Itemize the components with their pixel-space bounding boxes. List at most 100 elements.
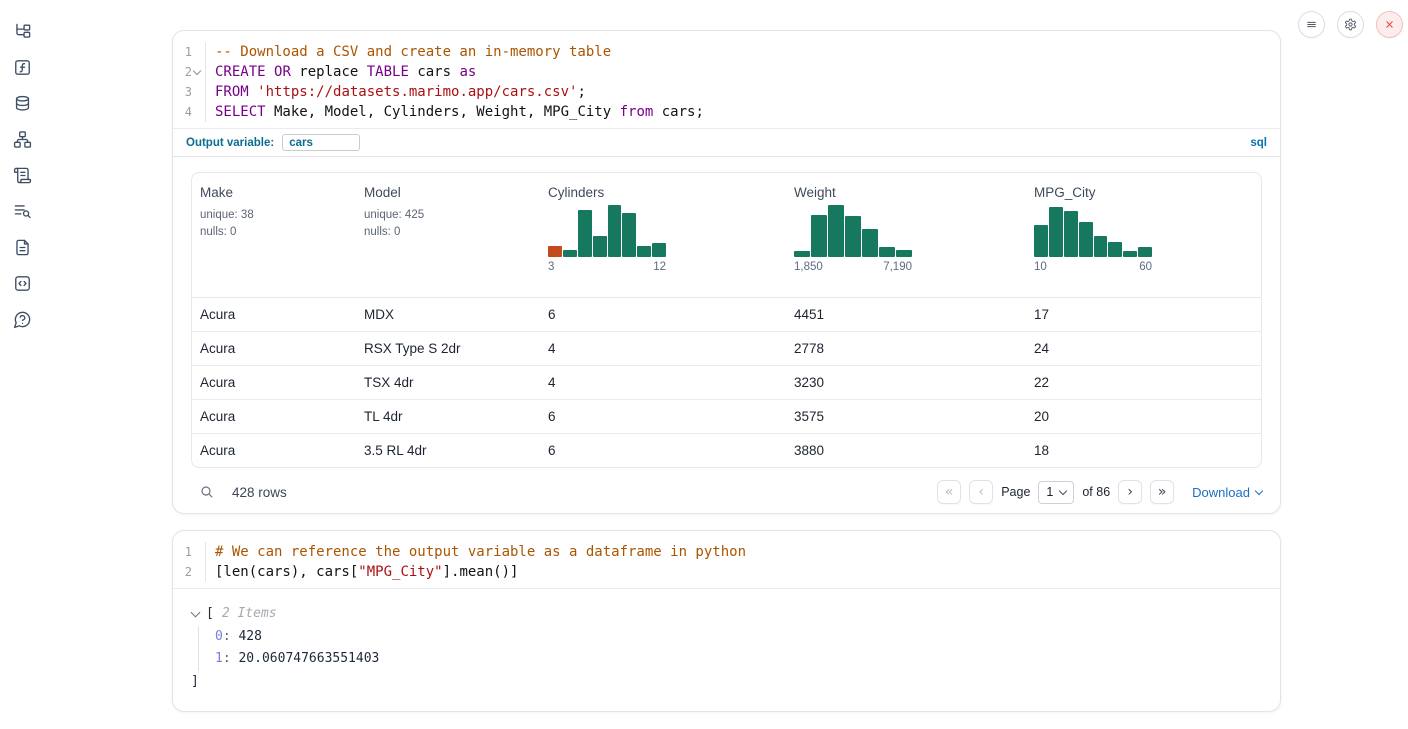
histogram-bar bbox=[652, 243, 666, 257]
code-token: "MPG_City" bbox=[358, 564, 442, 580]
table-row[interactable]: AcuraTL 4dr6357520 bbox=[192, 400, 1261, 434]
snippets-icon[interactable] bbox=[13, 274, 32, 293]
code-token: cars bbox=[409, 64, 460, 80]
histogram-bar bbox=[879, 247, 895, 257]
pagination: « ‹ Page 1 of 86 › » Download bbox=[937, 480, 1262, 504]
histogram-bars bbox=[794, 205, 912, 257]
column-header-make[interactable]: Makeunique: 38nulls: 0 bbox=[192, 185, 356, 297]
column-stat: unique: 38 bbox=[200, 207, 356, 224]
line-gutter: 1 bbox=[173, 42, 206, 62]
table-cell: 6 bbox=[540, 307, 786, 322]
histogram-bar bbox=[608, 205, 622, 257]
table-cell: 17 bbox=[1026, 307, 1262, 322]
table-row[interactable]: Acura3.5 RL 4dr6388018 bbox=[192, 434, 1261, 467]
tree-root-line: [2 Items bbox=[191, 603, 1262, 626]
histogram-max-label: 12 bbox=[653, 261, 666, 273]
output-variable-input[interactable]: cars bbox=[282, 134, 360, 151]
entry-colon: : bbox=[223, 651, 239, 666]
entry-colon: : bbox=[223, 629, 239, 644]
search-icon[interactable] bbox=[199, 484, 215, 500]
histogram-bar bbox=[845, 216, 861, 257]
tree-entry[interactable]: 1: 20.060747663551403 bbox=[215, 648, 1262, 671]
histogram-bar bbox=[811, 215, 827, 257]
function-icon[interactable] bbox=[13, 58, 32, 77]
code-line[interactable]: 2CREATE OR replace TABLE cars as bbox=[173, 62, 1280, 82]
table-row[interactable]: AcuraTSX 4dr4323022 bbox=[192, 366, 1261, 400]
sql-editor[interactable]: 1-- Download a CSV and create an in-memo… bbox=[173, 31, 1280, 128]
fold-chevron-icon[interactable] bbox=[192, 70, 202, 74]
histogram-max-label: 7,190 bbox=[883, 261, 912, 273]
chevron-down-icon bbox=[1059, 486, 1067, 494]
code-line[interactable]: 1# We can reference the output variable … bbox=[173, 542, 1280, 562]
column-header-cylinders[interactable]: Cylinders312 bbox=[540, 185, 786, 297]
menu-button[interactable] bbox=[1298, 11, 1325, 38]
previous-page-button[interactable]: ‹ bbox=[969, 480, 993, 504]
table-cell: 22 bbox=[1026, 375, 1262, 390]
code-token: cars; bbox=[653, 104, 704, 120]
entry-key: 1 bbox=[215, 651, 223, 666]
sql-language-badge: sql bbox=[1250, 137, 1267, 149]
table-cell: 3880 bbox=[786, 443, 1026, 458]
code-line[interactable]: 1-- Download a CSV and create an in-memo… bbox=[173, 42, 1280, 62]
help-icon[interactable] bbox=[13, 310, 32, 329]
tree-entry[interactable]: 0: 428 bbox=[215, 626, 1262, 649]
histogram-weight: 1,850 7,190 bbox=[794, 205, 912, 273]
database-icon[interactable] bbox=[13, 94, 32, 113]
histogram-bar bbox=[548, 246, 562, 257]
code-line[interactable]: 3FROM 'https://datasets.marimo.app/cars.… bbox=[173, 82, 1280, 102]
close-icon bbox=[1383, 17, 1396, 32]
column-stat: unique: 425 bbox=[364, 207, 540, 224]
logs-icon[interactable] bbox=[13, 202, 32, 221]
histogram-bar bbox=[896, 250, 912, 257]
table-cell: 6 bbox=[540, 409, 786, 424]
dependency-graph-icon[interactable] bbox=[13, 130, 32, 149]
table-cell: Acura bbox=[192, 375, 356, 390]
menu-icon bbox=[1305, 17, 1318, 32]
code-line[interactable]: 2[len(cars), cars["MPG_City"].mean()] bbox=[173, 562, 1280, 582]
column-header-weight[interactable]: Weight1,8507,190 bbox=[786, 185, 1026, 297]
last-page-button[interactable]: » bbox=[1150, 480, 1174, 504]
items-count-label: 2 Items bbox=[222, 603, 277, 626]
line-gutter: 1 bbox=[173, 542, 206, 562]
table-cell: 3230 bbox=[786, 375, 1026, 390]
table-footer: 428 rows « ‹ Page 1 of 86 › » Download bbox=[173, 470, 1280, 514]
scratchpad-icon[interactable] bbox=[13, 166, 32, 185]
python-editor[interactable]: 1# We can reference the output variable … bbox=[173, 531, 1280, 589]
histogram-bar bbox=[637, 246, 651, 257]
close-button[interactable] bbox=[1376, 11, 1403, 38]
table-cell: 24 bbox=[1026, 341, 1262, 356]
column-header-mpg_city[interactable]: MPG_City1060 bbox=[1026, 185, 1262, 297]
page-select-value: 1 bbox=[1046, 485, 1053, 499]
tree-collapse-chevron-icon[interactable] bbox=[191, 608, 201, 618]
settings-button[interactable] bbox=[1337, 11, 1364, 38]
sidebar bbox=[0, 0, 44, 329]
next-page-button[interactable]: › bbox=[1118, 480, 1142, 504]
documentation-icon[interactable] bbox=[13, 238, 32, 257]
column-header-model[interactable]: Modelunique: 425nulls: 0 bbox=[356, 185, 540, 297]
page-label: Page bbox=[1001, 485, 1030, 499]
download-button[interactable]: Download bbox=[1192, 485, 1262, 500]
code-line[interactable]: 4SELECT Make, Model, Cylinders, Weight, … bbox=[173, 102, 1280, 122]
code-token bbox=[266, 64, 274, 80]
histogram-min-label: 1,850 bbox=[794, 261, 823, 273]
page-total-label: of 86 bbox=[1082, 485, 1110, 499]
table-row[interactable]: AcuraRSX Type S 2dr4277824 bbox=[192, 332, 1261, 366]
first-page-button[interactable]: « bbox=[937, 480, 961, 504]
code-text: -- Download a CSV and create an in-memor… bbox=[206, 42, 611, 62]
row-count: 428 rows bbox=[232, 485, 287, 500]
chevron-down-icon bbox=[193, 67, 201, 75]
column-stats: unique: 425nulls: 0 bbox=[364, 207, 540, 240]
file-tree-icon[interactable] bbox=[13, 22, 32, 41]
histogram-bar bbox=[578, 210, 592, 257]
histogram-axis-labels: 1060 bbox=[1034, 261, 1152, 273]
line-number: 1 bbox=[185, 542, 192, 562]
code-text: SELECT Make, Model, Cylinders, Weight, M… bbox=[206, 102, 704, 122]
close-bracket: ] bbox=[191, 671, 1262, 694]
table-row[interactable]: AcuraMDX6445117 bbox=[192, 298, 1261, 332]
page-select[interactable]: 1 bbox=[1038, 481, 1074, 504]
code-text: CREATE OR replace TABLE cars as bbox=[206, 62, 476, 82]
output-variable-label: Output variable: bbox=[186, 137, 274, 149]
histogram-bar bbox=[862, 229, 878, 257]
sql-cell: 1-- Download a CSV and create an in-memo… bbox=[172, 30, 1281, 514]
code-token: TABLE bbox=[367, 64, 409, 80]
